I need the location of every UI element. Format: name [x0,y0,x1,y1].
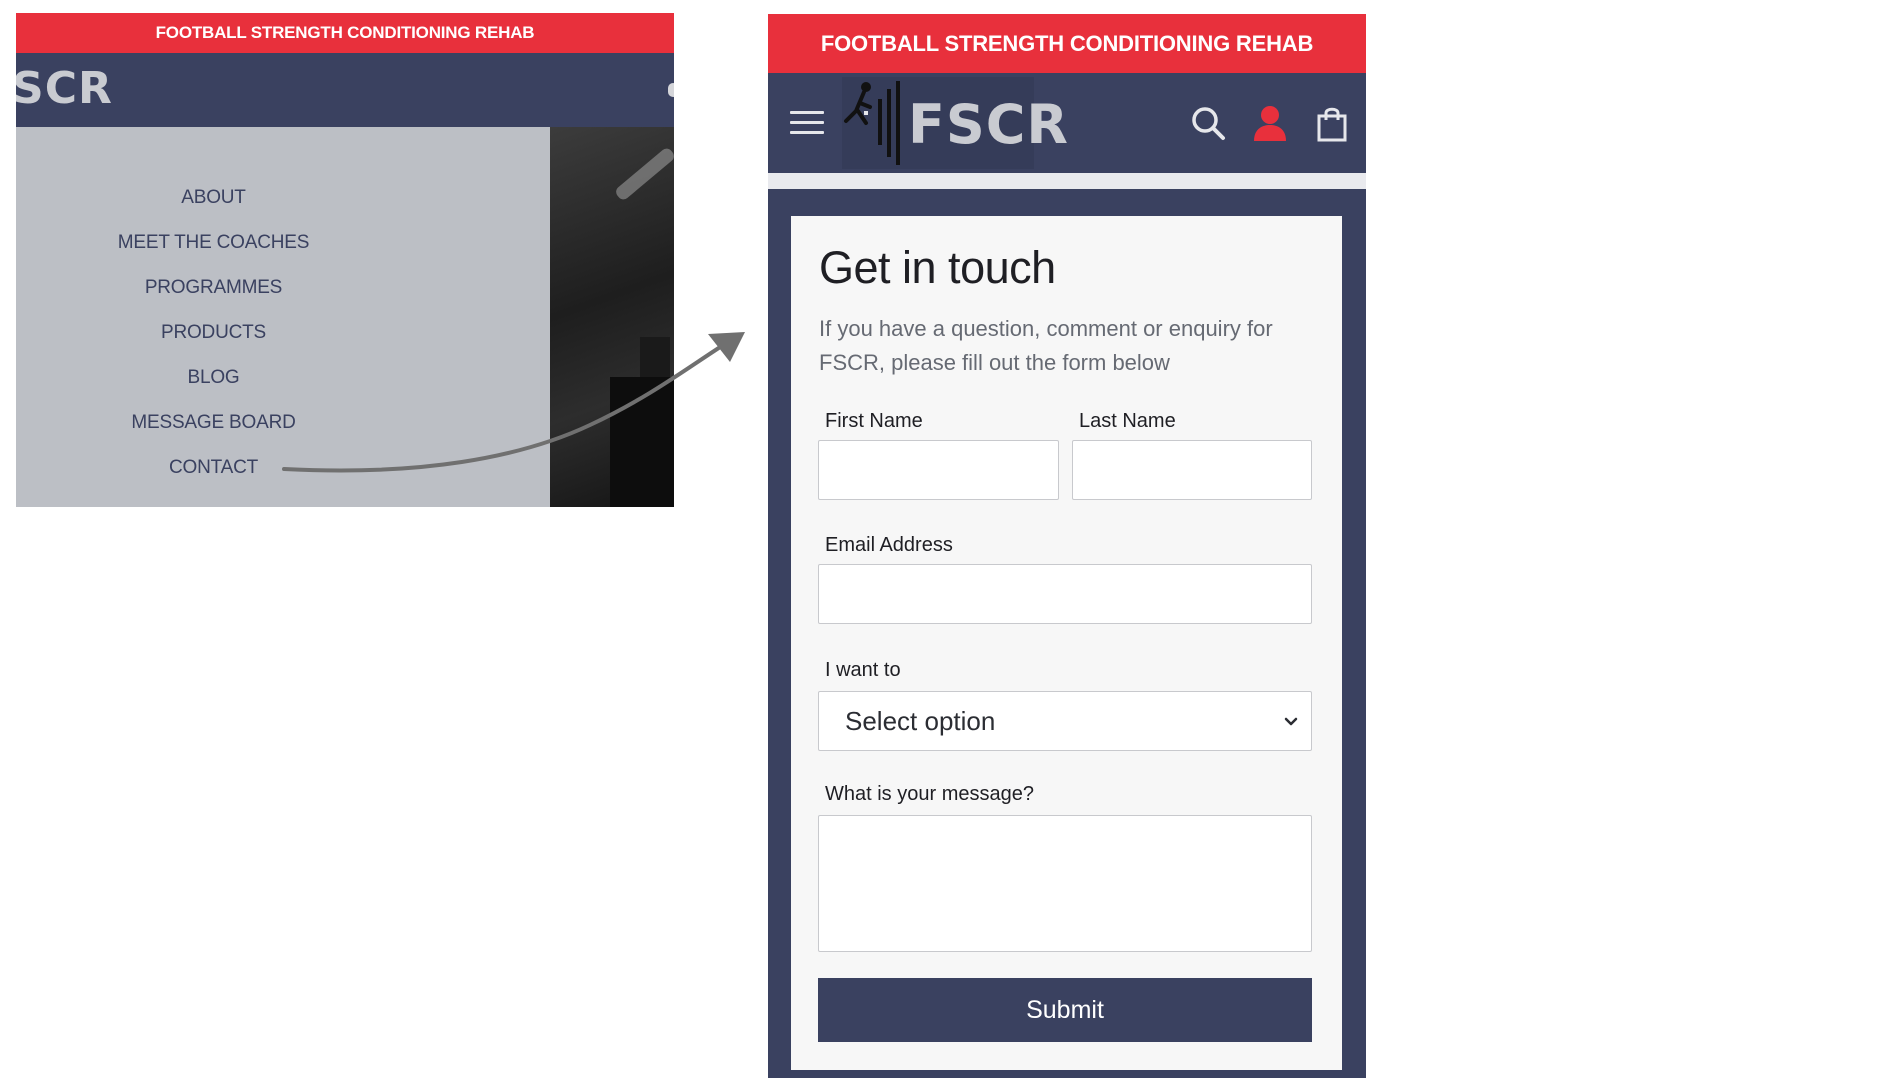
menu-screen: FOOTBALL STRENGTH CONDITIONING REHAB SCR… [16,13,674,507]
chevron-down-icon [1284,717,1298,726]
search-icon[interactable] [1188,103,1228,143]
form-title: Get in touch [819,242,1056,293]
menu-item-products[interactable]: PRODUCTS [16,322,411,344]
last-name-label: Last Name [1079,410,1176,432]
menu-item-contact[interactable]: CONTACT [16,457,411,479]
contact-screen: FOOTBALL STRENGTH CONDITIONING REHAB FSC… [768,14,1366,1078]
last-name-field[interactable] [1072,440,1312,500]
menu-item-about[interactable]: ABOUT [16,187,411,209]
site-header: FSCR [768,73,1366,173]
menu-item-message-board[interactable]: MESSAGE BOARD [16,412,411,434]
header-divider [768,173,1366,189]
top-banner: FOOTBALL STRENGTH CONDITIONING REHAB [768,14,1366,73]
site-logo[interactable]: FSCR [842,77,1068,169]
first-name-field[interactable] [818,440,1059,500]
nav-menu: ABOUT MEET THE COACHES PROGRAMMES PRODUC… [16,127,550,507]
user-icon[interactable] [1250,103,1290,143]
menu-item-blog[interactable]: BLOG [16,367,411,389]
hero-photo [550,127,674,507]
photo-detail [610,377,674,507]
hamburger-icon[interactable] [790,111,824,135]
menu-top-banner: FOOTBALL STRENGTH CONDITIONING REHAB [16,13,674,53]
menu-header-edge-icon [668,83,674,97]
message-label: What is your message? [825,783,1034,805]
want-to-label: I want to [825,659,901,681]
email-field[interactable] [818,564,1312,624]
logo-text: FSCR [908,93,1069,156]
menu-item-meet-the-coaches[interactable]: MEET THE COACHES [16,232,411,254]
message-field[interactable] [818,815,1312,952]
first-name-label: First Name [825,410,923,432]
contact-form: Get in touch If you have a question, com… [791,216,1342,1070]
photo-detail [613,146,674,202]
form-intro: If you have a question, comment or enqui… [819,316,1273,375]
select-value: Select option [845,706,996,736]
menu-item-programmes[interactable]: PROGRAMMES [16,277,411,299]
menu-logo[interactable]: SCR [16,67,113,111]
submit-button[interactable]: Submit [818,978,1312,1042]
menu-header: SCR [16,53,674,127]
want-to-select[interactable]: Select option [818,691,1312,751]
email-label: Email Address [825,534,953,556]
shopping-bag-icon[interactable] [1312,103,1352,143]
